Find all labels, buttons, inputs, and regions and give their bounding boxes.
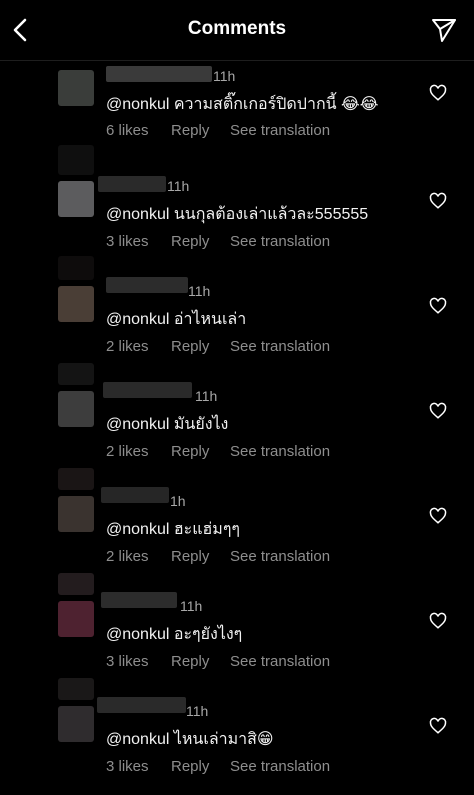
likes-count[interactable]: 3 likes <box>106 758 171 775</box>
comment-actions: 2 likes Reply See translation <box>106 443 330 460</box>
username-blurred[interactable] <box>101 487 169 503</box>
comment-item: 11h @nonkul อ่าไหนเล่า 2 likes Reply See… <box>0 256 474 375</box>
header-bar: Comments <box>0 0 474 61</box>
avatar-shadow <box>58 678 94 700</box>
avatar-shadow <box>58 363 94 385</box>
reply-button[interactable]: Reply <box>171 338 230 355</box>
see-translation-button[interactable]: See translation <box>230 443 330 460</box>
comment-item: 11h @nonkul นนกุลต้องเล่าแล้วละ555555 3 … <box>0 145 474 270</box>
avatar[interactable] <box>58 391 94 427</box>
username-blurred[interactable] <box>97 697 186 713</box>
comment-item: 11h @nonkul มันยังไง 2 likes Reply See t… <box>0 363 474 480</box>
avatar[interactable] <box>58 706 94 742</box>
reply-button[interactable]: Reply <box>171 653 230 670</box>
comment-actions: 3 likes Reply See translation <box>106 653 330 670</box>
paper-plane-icon <box>432 19 456 42</box>
timestamp: 11h <box>195 388 218 404</box>
avatar[interactable] <box>58 286 94 322</box>
likes-count[interactable]: 3 likes <box>106 233 171 250</box>
comment-text: @nonkul มันยังไง <box>106 416 229 433</box>
comment-text: @nonkul นนกุลต้องเล่าแล้วละ555555 <box>106 206 369 223</box>
see-translation-button[interactable]: See translation <box>230 122 330 139</box>
avatar-shadow <box>58 256 94 280</box>
username-blurred[interactable] <box>101 592 177 608</box>
timestamp: 11h <box>213 68 236 84</box>
username-blurred[interactable] <box>106 66 212 82</box>
comment-actions: 6 likes Reply See translation <box>106 122 330 139</box>
avatar[interactable] <box>58 496 94 532</box>
heart-icon[interactable] <box>429 192 447 210</box>
likes-count[interactable]: 3 likes <box>106 653 171 670</box>
timestamp: 11h <box>186 703 209 719</box>
comment-list: 11h @nonkul ความสติ๊กเกอร์ปิดปากนี้ 😂😂 6… <box>0 60 474 795</box>
heart-icon[interactable] <box>429 402 447 420</box>
comment-item: 11h @nonkul อะๆยังไงๆ 3 likes Reply See … <box>0 573 474 690</box>
reply-button[interactable]: Reply <box>171 233 230 250</box>
username-blurred[interactable] <box>103 382 192 398</box>
heart-icon[interactable] <box>429 612 447 630</box>
comment-text: @nonkul ไหนเล่ามาสิ😁 <box>106 731 274 748</box>
see-translation-button[interactable]: See translation <box>230 653 330 670</box>
comment-item: 11h @nonkul ไหนเล่ามาสิ😁 3 likes Reply S… <box>0 678 474 795</box>
comment-text: @nonkul ฮะแฮ่มๆๆ <box>106 521 241 538</box>
timestamp: 11h <box>167 178 190 194</box>
comment-actions: 3 likes Reply See translation <box>106 758 330 775</box>
reply-button[interactable]: Reply <box>171 758 230 775</box>
see-translation-button[interactable]: See translation <box>230 548 330 565</box>
avatar[interactable] <box>58 70 94 106</box>
heart-icon[interactable] <box>429 84 447 102</box>
comment-text: @nonkul ความสติ๊กเกอร์ปิดปากนี้ 😂😂 <box>106 96 379 113</box>
avatar[interactable] <box>58 181 94 217</box>
heart-icon[interactable] <box>429 507 447 525</box>
comment-text: @nonkul อ่าไหนเล่า <box>106 311 247 328</box>
page-title: Comments <box>187 18 287 39</box>
likes-count[interactable]: 6 likes <box>106 122 171 139</box>
comment-text: @nonkul อะๆยังไงๆ <box>106 626 243 643</box>
timestamp: 1h <box>170 493 186 509</box>
avatar-shadow <box>58 145 94 175</box>
likes-count[interactable]: 2 likes <box>106 548 171 565</box>
avatar[interactable] <box>58 601 94 637</box>
comment-actions: 2 likes Reply See translation <box>106 338 330 355</box>
heart-icon[interactable] <box>429 297 447 315</box>
timestamp: 11h <box>180 598 203 614</box>
avatar-shadow <box>58 573 94 595</box>
avatar-shadow <box>58 468 94 490</box>
see-translation-button[interactable]: See translation <box>230 233 330 250</box>
comment-actions: 2 likes Reply See translation <box>106 548 330 565</box>
likes-count[interactable]: 2 likes <box>106 443 171 460</box>
likes-count[interactable]: 2 likes <box>106 338 171 355</box>
see-translation-button[interactable]: See translation <box>230 338 330 355</box>
timestamp: 11h <box>188 283 211 299</box>
reply-button[interactable]: Reply <box>171 122 230 139</box>
heart-icon[interactable] <box>429 717 447 735</box>
see-translation-button[interactable]: See translation <box>230 758 330 775</box>
username-blurred[interactable] <box>106 277 188 293</box>
username-blurred[interactable] <box>98 176 166 192</box>
comment-item: 1h @nonkul ฮะแฮ่มๆๆ 2 likes Reply See tr… <box>0 468 474 585</box>
comment-actions: 3 likes Reply See translation <box>106 233 330 250</box>
reply-button[interactable]: Reply <box>171 548 230 565</box>
share-button[interactable] <box>428 14 460 46</box>
reply-button[interactable]: Reply <box>171 443 230 460</box>
